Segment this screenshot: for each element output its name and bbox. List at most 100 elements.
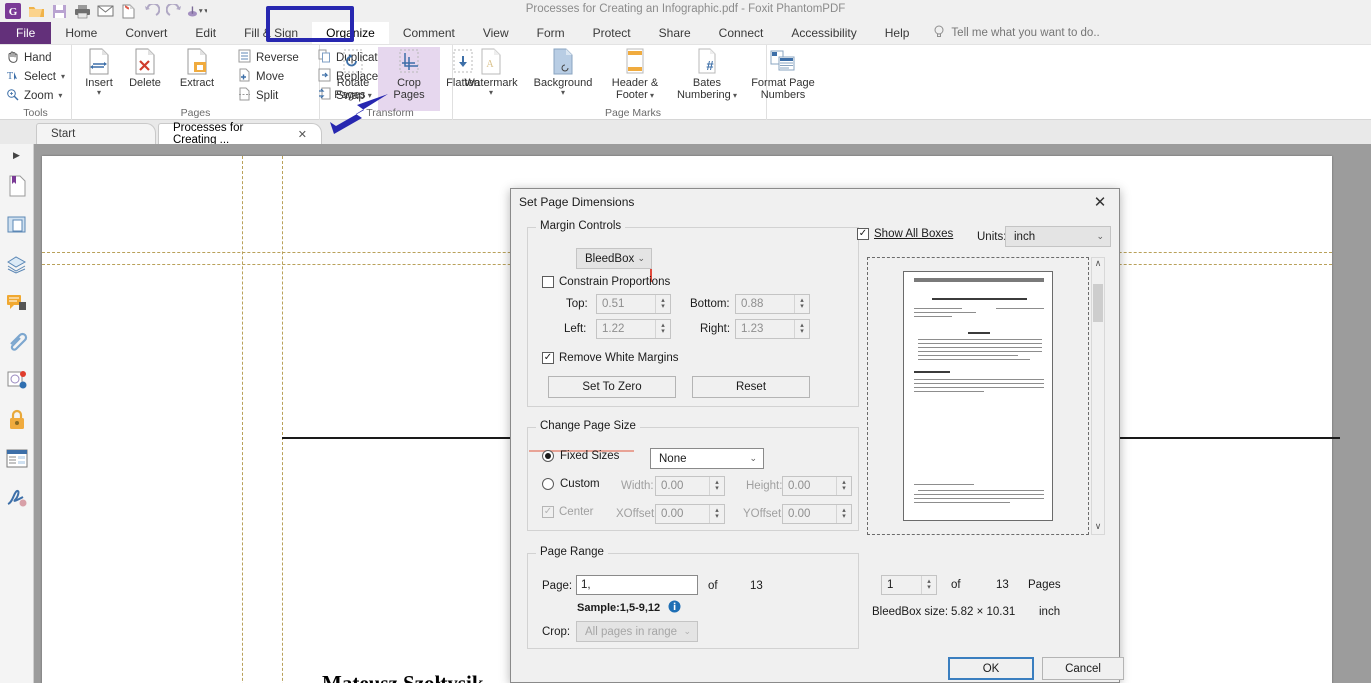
preview-page-stepper[interactable]: 1 ▴▾ — [881, 575, 937, 595]
tab-view[interactable]: View — [469, 22, 523, 44]
page-preview-pane[interactable] — [867, 257, 1089, 535]
stepper-arrows-icon[interactable]: ▴▾ — [709, 505, 724, 523]
chevron-down-icon[interactable]: ▾ — [648, 91, 654, 100]
fixed-sizes-radio[interactable]: Fixed Sizes — [542, 450, 619, 462]
scroll-up-icon[interactable]: ∧ — [1095, 258, 1102, 271]
watermark-button[interactable]: A Watermark ▾ — [455, 47, 527, 111]
email-icon[interactable] — [95, 2, 115, 21]
chevron-down-icon[interactable]: ▾ — [97, 90, 101, 96]
tell-me-search[interactable]: Tell me what you want to do.. — [923, 22, 1109, 44]
stepper-arrows-icon[interactable]: ▴▾ — [836, 477, 851, 495]
stepper-arrows-icon[interactable]: ▴▾ — [655, 320, 670, 338]
yoffset-stepper[interactable]: 0.00 ▴▾ — [782, 504, 852, 524]
tab-form[interactable]: Form — [523, 22, 579, 44]
attachments-icon[interactable] — [0, 322, 34, 361]
expand-panel-icon[interactable]: ▶ — [0, 144, 34, 166]
stepper-arrows-icon[interactable]: ▴▾ — [794, 295, 809, 313]
undo-icon[interactable] — [141, 2, 161, 21]
tab-share[interactable]: Share — [645, 22, 705, 44]
customize-quick-access-icon[interactable]: ▾▾ — [187, 2, 207, 21]
tab-organize[interactable]: Organize — [312, 22, 389, 44]
fields-icon[interactable] — [0, 439, 34, 478]
height-stepper[interactable]: 0.00 ▴▾ — [782, 476, 852, 496]
stepper-arrows-icon[interactable]: ▴▾ — [921, 576, 936, 594]
tab-fill-and-sign[interactable]: Fill & Sign — [230, 22, 312, 44]
stepper-arrows-icon[interactable]: ▴▾ — [836, 505, 851, 523]
fixed-sizes-select[interactable]: None ⌄ — [650, 448, 764, 469]
crop-pages-button[interactable]: CropPages — [378, 47, 440, 111]
width-stepper[interactable]: 0.00 ▴▾ — [655, 476, 725, 496]
tab-help[interactable]: Help — [871, 22, 924, 44]
tab-connect[interactable]: Connect — [705, 22, 778, 44]
chevron-down-icon[interactable]: ▾ — [489, 90, 493, 96]
tab-home[interactable]: Home — [51, 22, 111, 44]
print-icon[interactable] — [72, 2, 92, 21]
preview-scrollbar[interactable]: ∧ ∨ — [1091, 257, 1105, 535]
scroll-down-icon[interactable]: ∨ — [1095, 521, 1102, 534]
stepper-arrows-icon[interactable]: ▴▾ — [794, 320, 809, 338]
tool-zoom[interactable]: Zoom ▾ — [0, 86, 71, 105]
comments-icon[interactable] — [0, 283, 34, 322]
pages-move[interactable]: Move — [232, 67, 299, 86]
xoffset-stepper[interactable]: 0.00 ▴▾ — [655, 504, 725, 524]
pages-insert-button[interactable]: Insert ▾ — [76, 47, 122, 111]
tab-convert[interactable]: Convert — [111, 22, 181, 44]
scrollbar-thumb[interactable] — [1093, 284, 1103, 322]
page-range-input[interactable]: 1, — [576, 575, 698, 595]
doc-tab-current[interactable]: Processes for Creating ... ✕ — [158, 123, 322, 144]
stepper-arrows-icon[interactable]: ▴▾ — [709, 477, 724, 495]
crop-scope-select[interactable]: All pages in range ⌄ — [576, 621, 698, 642]
save-icon[interactable] — [49, 2, 69, 21]
cancel-button[interactable]: Cancel — [1042, 657, 1124, 680]
constrain-proportions-checkbox[interactable]: Constrain Proportions — [542, 276, 670, 288]
tab-accessibility[interactable]: Accessibility — [777, 22, 870, 44]
ok-button[interactable]: OK — [948, 657, 1034, 680]
chevron-down-icon[interactable]: ▾ — [58, 91, 62, 100]
tab-file[interactable]: File — [0, 22, 51, 44]
foxit-logo-icon[interactable]: G — [3, 2, 23, 21]
doc-tab-start[interactable]: Start — [36, 123, 156, 144]
chevron-down-icon[interactable]: ▾ — [731, 91, 737, 100]
left-margin-stepper[interactable]: 1.22 ▴▾ — [596, 319, 671, 339]
show-all-boxes-checkbox[interactable]: ✓ Show All Boxes — [857, 228, 953, 240]
bookmarks-icon[interactable] — [0, 166, 34, 205]
top-margin-stepper[interactable]: 0.51 ▴▾ — [596, 294, 671, 314]
tab-protect[interactable]: Protect — [579, 22, 645, 44]
close-icon[interactable]: ✕ — [1085, 192, 1115, 212]
open-icon[interactable] — [26, 2, 46, 21]
units-select[interactable]: inch ⌄ — [1005, 226, 1111, 247]
stepper-arrows-icon[interactable]: ▴▾ — [655, 295, 670, 313]
pages-extract-button[interactable]: Extract — [166, 47, 228, 111]
reset-button[interactable]: Reset — [692, 376, 810, 398]
chevron-down-icon[interactable]: ▾ — [365, 91, 371, 100]
layers-icon[interactable] — [0, 244, 34, 283]
chevron-down-icon[interactable]: ▾ — [561, 90, 565, 96]
tab-edit[interactable]: Edit — [181, 22, 230, 44]
pages-delete-button[interactable]: Delete — [122, 47, 168, 111]
signatures-icon[interactable] — [0, 478, 34, 517]
pages-split[interactable]: Split — [232, 86, 299, 105]
rotate-pages-button[interactable]: RotatePages ▾ — [322, 47, 384, 111]
header-footer-button[interactable]: Header &Footer ▾ — [599, 47, 671, 111]
close-icon[interactable]: ✕ — [298, 128, 307, 141]
center-checkbox[interactable]: ✓ Center — [542, 506, 594, 518]
background-button[interactable]: Background ▾ — [527, 47, 599, 111]
remove-white-margins-checkbox[interactable]: ✓ Remove White Margins — [542, 352, 679, 364]
bates-numbering-button[interactable]: # BatesNumbering ▾ — [671, 47, 743, 111]
new-from-file-icon[interactable] — [118, 2, 138, 21]
security-icon[interactable] — [0, 400, 34, 439]
stamps-icon[interactable] — [0, 361, 34, 400]
chevron-down-icon[interactable]: ▾ — [61, 72, 65, 81]
box-type-select[interactable]: BleedBox ⌄ — [576, 248, 652, 269]
right-margin-stepper[interactable]: 1.23 ▴▾ — [735, 319, 810, 339]
pages-reverse[interactable]: Reverse — [232, 48, 299, 67]
tool-hand[interactable]: Hand — [0, 48, 71, 67]
redo-icon[interactable] — [164, 2, 184, 21]
custom-radio[interactable]: Custom — [542, 478, 600, 490]
info-icon[interactable] — [668, 600, 681, 616]
tab-comment[interactable]: Comment — [389, 22, 469, 44]
format-page-numbers-button[interactable]: Format PageNumbers — [743, 47, 823, 111]
bottom-margin-stepper[interactable]: 0.88 ▴▾ — [735, 294, 810, 314]
page-thumbnails-icon[interactable] — [0, 205, 34, 244]
tool-select[interactable]: T Select ▾ — [0, 67, 71, 86]
